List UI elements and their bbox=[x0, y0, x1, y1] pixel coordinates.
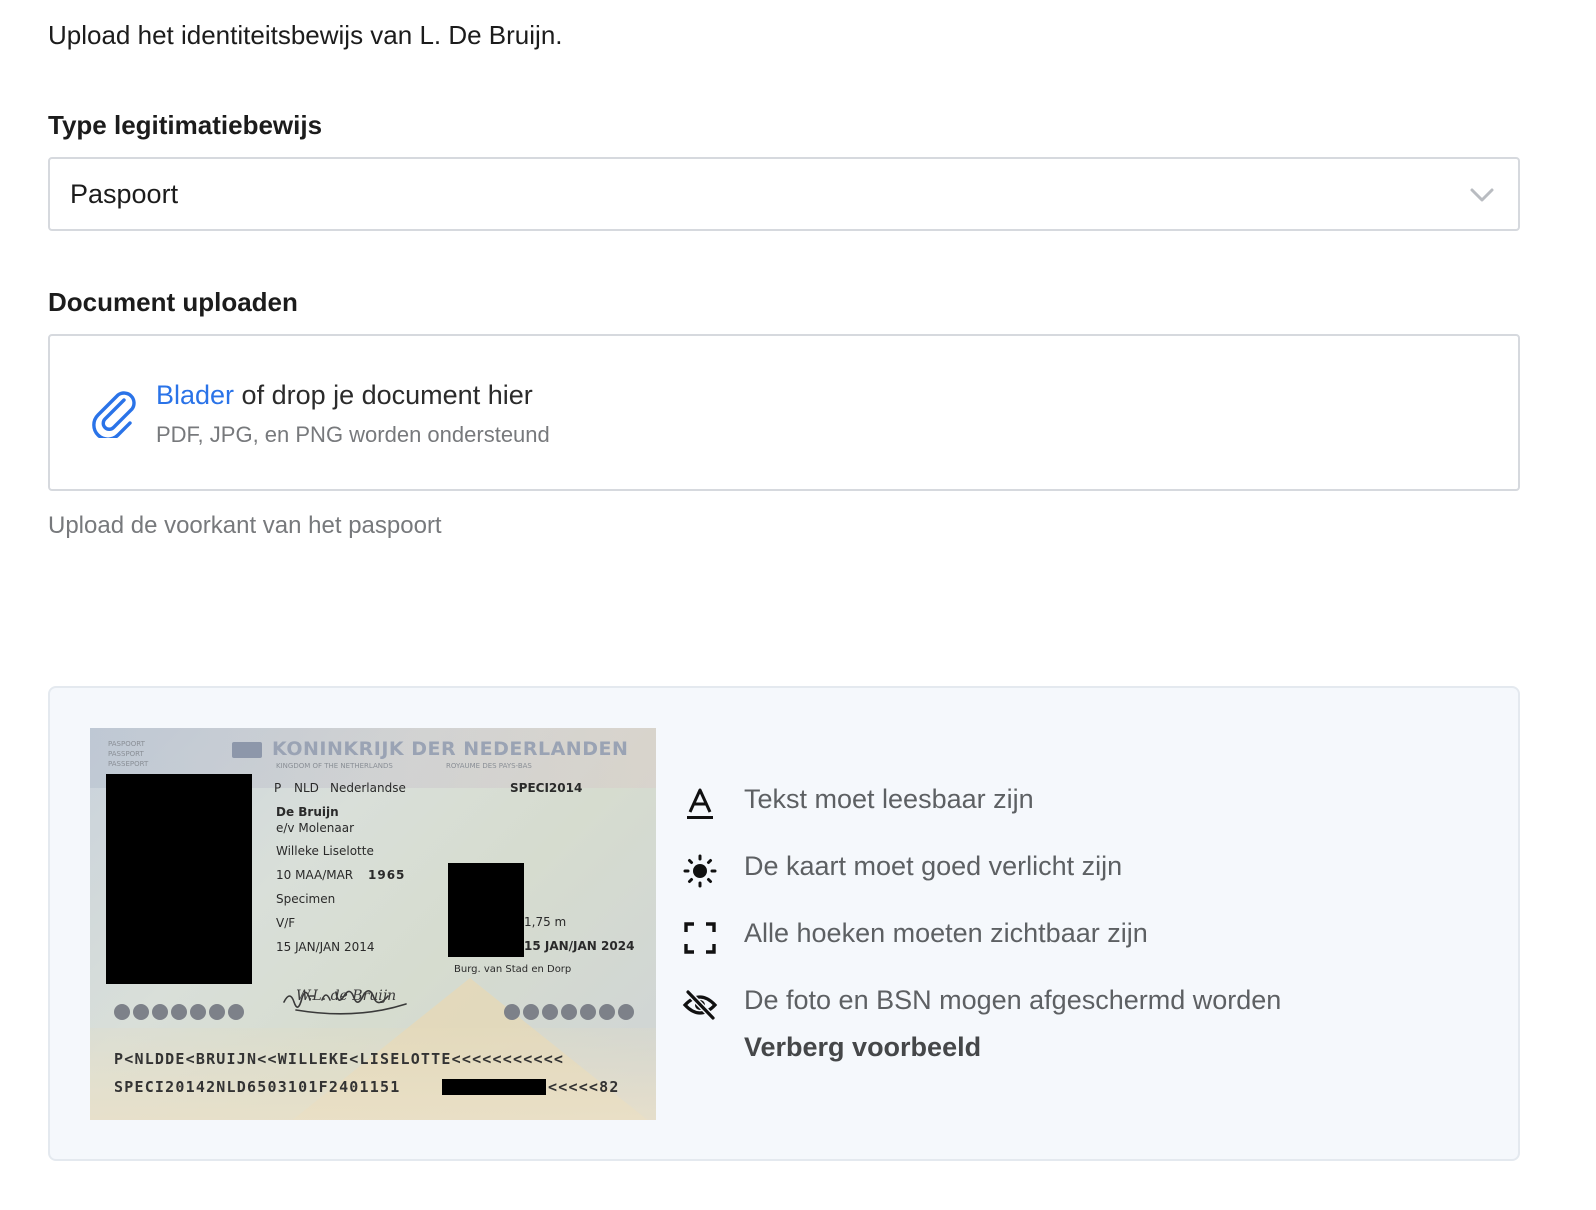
upload-label: Document uploaden bbox=[48, 287, 298, 317]
doc-type-nl: PASPOORT bbox=[108, 740, 145, 748]
passport-authority: Burg. van Stad en Dorp bbox=[454, 964, 572, 975]
id-type-select[interactable]: Paspoort bbox=[48, 157, 1520, 231]
passport-spouse: e/v Molenaar bbox=[276, 821, 354, 835]
photo-redaction bbox=[106, 774, 252, 984]
mrz-line-2-start: SPECI20142NLD6503101F2401151 bbox=[114, 1078, 401, 1096]
passport-surname: De Bruijn bbox=[276, 805, 339, 819]
passport-type: P bbox=[274, 781, 282, 795]
passport-nationality: Nederlandse bbox=[330, 781, 406, 795]
passport-birth-place: Specimen bbox=[276, 892, 336, 906]
tip-text: De foto en BSN mogen afgeschermd worden bbox=[744, 985, 1282, 1015]
passport-birth-year: 1965 bbox=[368, 868, 406, 882]
passport-doc-number: SPECI2014 bbox=[510, 781, 583, 795]
passport-country-title: KONINKRIJK DER NEDERLANDEN bbox=[272, 738, 629, 760]
kingdom-en: KINGDOM OF THE NETHERLANDS bbox=[276, 762, 393, 770]
text-icon bbox=[687, 788, 713, 819]
browse-link[interactable]: Blader bbox=[156, 380, 234, 410]
tip-hide-photo-bsn: De foto en BSN mogen afgeschermd worden bbox=[682, 983, 1382, 1023]
hologram-dots-right bbox=[504, 1004, 634, 1020]
hide-example-button[interactable]: Verberg voorbeeld bbox=[744, 1032, 981, 1063]
passport-height: 1,75 m bbox=[524, 915, 567, 929]
tip-text: Alle hoeken moeten zichtbaar zijn bbox=[744, 918, 1148, 948]
emblem-icon bbox=[232, 742, 262, 758]
passport-sex: V/F bbox=[276, 916, 296, 930]
supported-formats: PDF, JPG, en PNG worden ondersteund bbox=[156, 422, 550, 447]
bsn-redaction bbox=[448, 863, 524, 957]
tip-text: De kaart moet goed verlicht zijn bbox=[744, 851, 1123, 881]
tip-text: Tekst moet leesbaar zijn bbox=[744, 784, 1034, 814]
upload-helper-text: Upload de voorkant van het paspoort bbox=[48, 512, 442, 539]
hologram-dots-left bbox=[114, 1004, 244, 1020]
passport-example-image: PASPOORT PASSPORT PASSEPORT KONINKRIJK D… bbox=[90, 728, 656, 1120]
kingdom-fr: ROYAUME DES PAYS-BAS bbox=[446, 762, 532, 770]
eye-off-icon bbox=[682, 989, 718, 1021]
brightness-icon bbox=[683, 854, 717, 888]
id-type-selected-value: Paspoort bbox=[70, 178, 179, 209]
file-dropzone[interactable]: Blader of drop je document hier PDF, JPG… bbox=[48, 334, 1520, 491]
mrz-line-2-end: <<<<<82 bbox=[548, 1078, 620, 1096]
signature-text: W.L. de Bruijn bbox=[296, 988, 396, 1004]
doc-type-fr: PASSEPORT bbox=[108, 760, 149, 768]
chevron-down-icon bbox=[1470, 188, 1494, 202]
passport-issue-date: 15 JAN/JAN 2014 bbox=[276, 940, 375, 954]
id-type-label: Type legitimatiebewijs bbox=[48, 110, 323, 140]
doc-type-en: PASSPORT bbox=[108, 750, 144, 758]
passport-birth-date: 10 MAA/MAR bbox=[276, 868, 354, 882]
signature-image: W.L. de Bruijn bbox=[283, 988, 407, 1015]
intro-text: Upload het identiteitsbewijs van L. De B… bbox=[48, 20, 563, 50]
tip-well-lit: De kaart moet goed verlicht zijn bbox=[682, 849, 1382, 889]
passport-expiry-date: 15 JAN/JAN 2024 bbox=[524, 939, 635, 953]
passport-country-code: NLD bbox=[294, 781, 319, 795]
example-preview-panel: PASPOORT PASSPORT PASSEPORT KONINKRIJK D… bbox=[48, 686, 1520, 1161]
paperclip-icon bbox=[92, 391, 136, 438]
tip-readable-text: Tekst moet leesbaar zijn bbox=[682, 782, 1382, 822]
corners-icon bbox=[684, 922, 716, 954]
tip-corners-visible: Alle hoeken moeten zichtbaar zijn bbox=[682, 916, 1382, 956]
mrz-line-1: P<NLDDE<BRUIJN<<WILLEKE<LISELOTTE<<<<<<<… bbox=[114, 1050, 565, 1068]
drop-text: of drop je document hier bbox=[234, 380, 533, 410]
dropzone-instruction: Blader of drop je document hier bbox=[156, 380, 533, 411]
passport-given-names: Willeke Liselotte bbox=[276, 844, 374, 858]
mrz-redaction bbox=[442, 1079, 546, 1095]
